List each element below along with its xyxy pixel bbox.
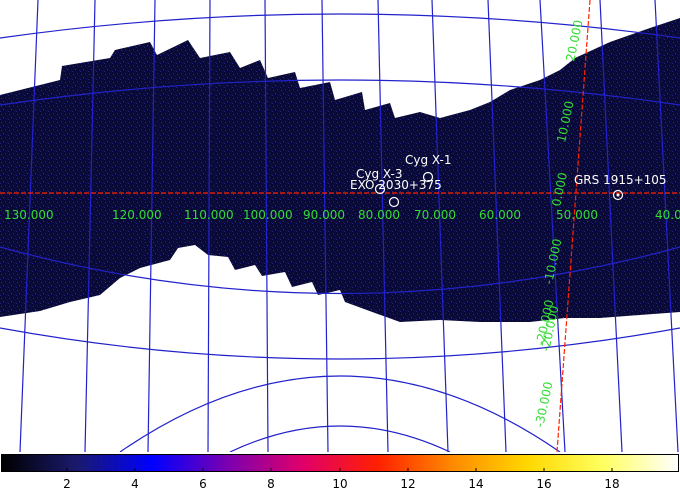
colorbar-tick-label: 16 [536,477,551,491]
lon-label: 70.000 [414,208,456,222]
colorbar-tick-label: 2 [63,477,71,491]
colorbar-ticks: 2 4 6 8 10 12 14 16 18 [63,468,620,491]
colorbar-tick-label: 14 [468,477,483,491]
lon-label: 50.000 [556,208,598,222]
lon-label: 100.000 [243,208,293,222]
lon-label: 60.000 [479,208,521,222]
colorbar-tick-label: 6 [199,477,207,491]
source-exo-2030[interactable]: EXO 2030+375 [350,178,442,195]
lon-label: 40.0 [655,208,680,222]
lon-label: 120.000 [112,208,162,222]
source-label: Cyg X-1 [405,153,452,167]
colorbar: 2 4 6 8 10 12 14 16 18 [0,452,680,499]
lon-label: 110.000 [184,208,234,222]
colorbar-tick-label: 8 [267,477,275,491]
colorbar-tick-label: 10 [332,477,347,491]
colorbar-tick-label: 12 [400,477,415,491]
colorbar-tick-label: 4 [131,477,139,491]
lon-label: 80.000 [358,208,400,222]
lat-label: -30.000 [532,380,555,428]
sky-map[interactable]: 130.000 120.000 110.000 100.000 90.000 8… [0,0,680,452]
source-label: GRS 1915+105 [574,173,667,187]
lon-label: 90.000 [303,208,345,222]
lon-label: 130.000 [4,208,54,222]
source-label: EXO 2030+375 [350,178,442,192]
colorbar-tick-label: 18 [604,477,619,491]
